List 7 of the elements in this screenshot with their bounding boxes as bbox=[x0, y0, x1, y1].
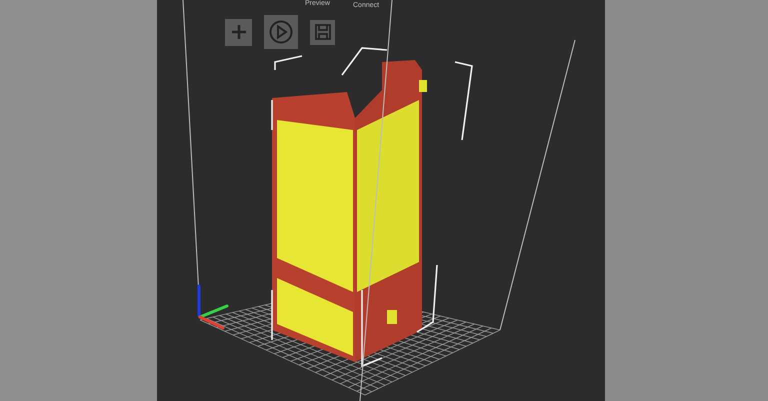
add-button[interactable] bbox=[225, 18, 252, 46]
play-icon bbox=[269, 20, 293, 44]
axis-gizmo bbox=[198, 284, 228, 330]
floppy-icon bbox=[314, 24, 330, 40]
plus-icon bbox=[230, 24, 246, 40]
save-button[interactable] bbox=[310, 20, 335, 44]
play-button[interactable] bbox=[264, 15, 298, 49]
